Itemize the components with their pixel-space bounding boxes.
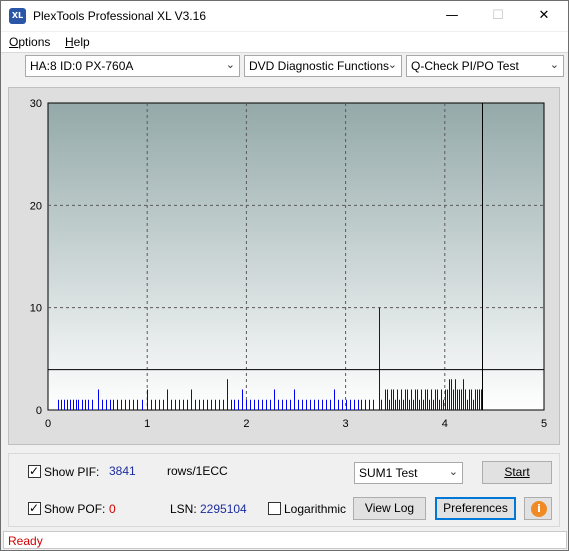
x-tick-label: 3 <box>343 418 349 430</box>
menu-help-accel: H <box>65 35 74 49</box>
menu-separator <box>1 52 568 53</box>
maximize-button[interactable]: ☐ <box>475 1 521 31</box>
app-logo-icon: XL <box>9 8 26 24</box>
test-select-value: Q-Check PI/PO Test <box>411 59 519 73</box>
menu-options[interactable]: Options <box>9 35 50 49</box>
pif-chart: 0 1 2 3 4 5 0 10 20 30 <box>30 98 547 430</box>
controls-panel: ✓ Show PIF: 3841 rows/1ECC ✓ Show POF: 0… <box>8 453 560 527</box>
x-tick-label: 5 <box>541 418 547 430</box>
chart-panel: 0 1 2 3 4 5 0 10 20 30 <box>8 87 560 445</box>
menu-help-label: elp <box>73 35 90 49</box>
x-tick-label: 2 <box>243 418 249 430</box>
preferences-button[interactable]: Preferences <box>435 497 516 520</box>
chevron-down-icon: ⌄ <box>549 59 559 71</box>
menu-help[interactable]: Help <box>65 35 90 49</box>
show-pof-label: Show POF: <box>44 502 106 516</box>
menu-options-accel: O <box>9 35 19 49</box>
show-pof-checkbox[interactable]: ✓ <box>28 501 41 515</box>
logarithmic-checkbox[interactable] <box>268 502 281 515</box>
drive-select-value: HA:8 ID:0 PX-760A <box>30 59 134 73</box>
chevron-down-icon: ⌄ <box>225 59 235 71</box>
show-pif-label: Show PIF: <box>44 465 100 479</box>
function-select-value: DVD Diagnostic Functions <box>249 59 390 73</box>
plot-area <box>47 102 545 411</box>
sum-test-select[interactable]: SUM1 Test ⌄ <box>354 462 463 484</box>
status-text: Ready <box>8 534 43 548</box>
y-tick-label: 20 <box>30 200 42 212</box>
x-tick-label: 1 <box>144 418 150 430</box>
show-pif-checkbox[interactable]: ✓ <box>28 464 41 478</box>
info-icon: i <box>531 501 547 517</box>
test-select[interactable]: Q-Check PI/PO Test ⌄ <box>406 55 564 77</box>
close-button[interactable]: ✕ <box>521 1 567 31</box>
title-bar[interactable]: XL PlexTools Professional XL V3.16 — ☐ ✕ <box>1 1 568 31</box>
pof-value: 0 <box>109 502 116 516</box>
menu-bar: Options Help <box>1 32 568 52</box>
info-button[interactable]: i <box>524 497 552 520</box>
y-tick-label: 30 <box>30 98 42 110</box>
chevron-down-icon: ⌄ <box>387 59 397 71</box>
view-log-label: View Log <box>364 501 415 515</box>
chevron-down-icon: ⌄ <box>448 466 458 478</box>
status-bar: Ready <box>3 531 567 549</box>
lsn-label: LSN: <box>170 502 197 516</box>
sum-test-value: SUM1 Test <box>359 466 418 480</box>
preferences-label: Preferences <box>443 501 508 515</box>
start-button[interactable]: Start <box>482 461 552 484</box>
menu-options-label: ptions <box>18 35 51 49</box>
window-title: PlexTools Professional XL V3.16 <box>33 9 206 23</box>
x-tick-label: 0 <box>45 418 51 430</box>
x-tick-label: 4 <box>442 418 448 430</box>
rows-label: rows/1ECC <box>167 464 228 478</box>
function-select[interactable]: DVD Diagnostic Functions ⌄ <box>244 55 402 77</box>
start-label: Start <box>504 465 530 479</box>
view-log-button[interactable]: View Log <box>353 497 426 520</box>
app-window: XL PlexTools Professional XL V3.16 — ☐ ✕… <box>0 0 569 551</box>
y-tick-label: 0 <box>36 405 42 417</box>
check-icon: ✓ <box>29 464 40 478</box>
logarithmic-label: Logarithmic <box>284 502 347 516</box>
drive-select[interactable]: HA:8 ID:0 PX-760A ⌄ <box>25 55 240 77</box>
y-tick-label: 10 <box>30 303 42 315</box>
check-icon: ✓ <box>29 501 40 515</box>
minimize-button[interactable]: — <box>429 1 475 31</box>
lsn-value: 2295104 <box>200 502 247 516</box>
pif-value: 3841 <box>109 464 136 478</box>
